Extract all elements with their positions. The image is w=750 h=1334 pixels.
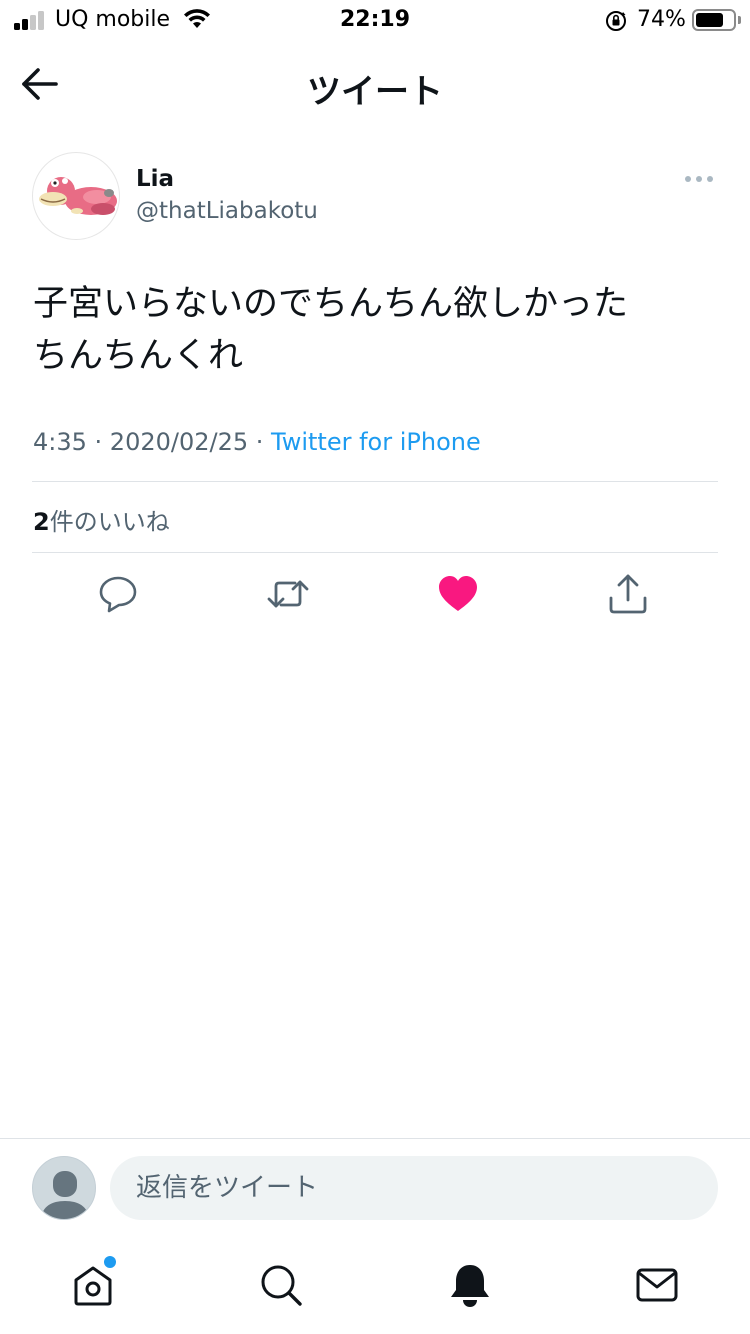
divider — [32, 481, 718, 482]
tweet-text: 子宮いらないのでちんちん欲しかった ちんちんくれ — [33, 284, 629, 376]
rotation-lock-icon — [606, 11, 626, 31]
slowbro-avatar-image — [39, 177, 117, 215]
search-icon[interactable] — [258, 1262, 304, 1308]
meta-separator: · — [248, 428, 272, 456]
author-display-name[interactable]: Lia — [136, 166, 174, 192]
home-badge — [104, 1256, 116, 1268]
tweet-meta: 4:35 · 2020/02/25 · Twitter for iPhone — [33, 428, 481, 456]
default-profile-icon — [41, 1171, 89, 1219]
meta-separator: · — [86, 428, 110, 456]
likes-row[interactable]: 2件のいいね — [33, 502, 170, 537]
messages-icon[interactable] — [634, 1262, 680, 1308]
like-icon[interactable] — [436, 572, 480, 616]
likes-label: 件のいいね — [49, 508, 170, 536]
page-title: ツイート — [307, 72, 443, 112]
user-avatar[interactable] — [32, 1156, 96, 1220]
divider — [32, 552, 718, 553]
nav-header: ツイート — [0, 46, 750, 120]
likes-count: 2 — [33, 508, 50, 536]
battery-percent: 74% — [637, 7, 686, 32]
tweet-time: 4:35 — [33, 428, 87, 456]
battery-cap — [738, 16, 741, 24]
share-icon[interactable] — [606, 572, 650, 616]
author-avatar[interactable] — [32, 152, 120, 240]
status-bar: UQ mobile 22:19 74% — [0, 0, 750, 40]
battery-icon — [692, 9, 736, 31]
home-icon[interactable] — [70, 1262, 116, 1308]
author-handle[interactable]: @thatLiabakotu — [136, 198, 318, 224]
notifications-icon[interactable] — [447, 1262, 493, 1308]
retweet-icon[interactable] — [266, 572, 310, 616]
reply-bar-border — [0, 1138, 750, 1139]
arrow-left-icon[interactable] — [18, 64, 62, 104]
battery-level — [696, 13, 723, 27]
tweet-date: 2020/02/25 — [109, 428, 249, 456]
more-options-icon[interactable] — [680, 166, 720, 192]
reply-input[interactable] — [110, 1156, 718, 1220]
tweet-source-link[interactable]: Twitter for iPhone — [271, 428, 481, 456]
reply-icon[interactable] — [96, 572, 140, 616]
